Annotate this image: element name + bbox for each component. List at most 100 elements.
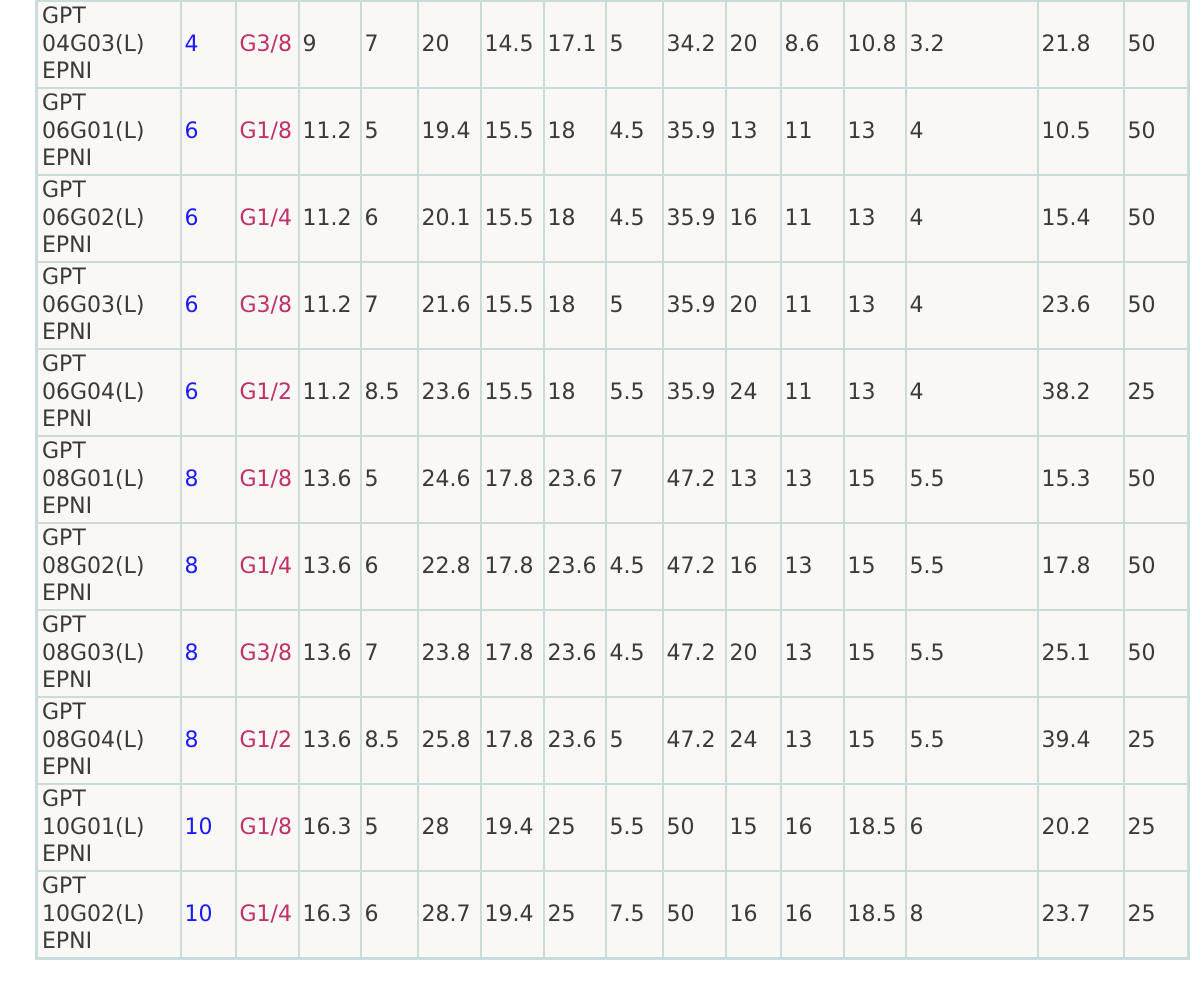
value-cell: 13	[779, 609, 845, 698]
model-cell: GPT 04G03(L) EPNI	[35, 0, 182, 89]
model-line: 08G03(L)	[42, 640, 145, 666]
value-cell: 28.7	[416, 870, 482, 960]
model-cell: GPT 08G02(L) EPNI	[35, 522, 182, 611]
value-cell: 50	[1122, 261, 1190, 350]
table-row: GPT 04G03(L) EPNI 4 G3/8 9 7 20 14.5 17.1 5 34.2 20 8…	[35, 0, 1190, 89]
value-cell: 13.6	[297, 696, 362, 785]
value-cell: 17.8	[479, 435, 545, 524]
value-cell: 8.5	[359, 348, 419, 437]
table-row: GPT 08G04(L) EPNI 8 G1/2 13.6 8.5 25.8 17.8 23.6 5…	[35, 696, 1190, 785]
value-cell: 13	[842, 348, 907, 437]
value-cell: 4.5	[604, 174, 664, 263]
value-cell: 21.8	[1036, 0, 1125, 89]
value-cell: 50	[1122, 87, 1190, 176]
table-row: GPT 08G01(L) EPNI 8 G1/8 13.6 5 24.6 17.8 23.6 7 47…	[35, 435, 1190, 524]
value-cell: 39.4	[1036, 696, 1125, 785]
model-line: GPT	[42, 787, 86, 813]
value-cell: 35.9	[661, 348, 727, 437]
value-cell: 19.4	[479, 870, 545, 960]
value-cell: 47.2	[661, 522, 727, 611]
value-cell: 18.5	[842, 870, 907, 960]
model-line: EPNI	[42, 407, 93, 433]
table-row: GPT 06G02(L) EPNI 6 G1/4 11.2 6 20.1 15.5 18 4.5 35…	[35, 174, 1190, 263]
value-cell: 20	[724, 0, 782, 89]
value-cell: 13.6	[297, 609, 362, 698]
value-cell: 13	[779, 522, 845, 611]
value-cell: 25	[542, 783, 607, 872]
value-cell: 47.2	[661, 696, 727, 785]
value-cell: 15.3	[1036, 435, 1125, 524]
value-cell: 15	[842, 609, 907, 698]
value-cell: 3.2	[904, 0, 1039, 89]
thread-cell: G3/8	[234, 261, 300, 350]
value-cell: 23.6	[542, 696, 607, 785]
value-cell: 5.5	[604, 348, 664, 437]
value-cell: 5	[359, 435, 419, 524]
model-line: 10G01(L)	[42, 814, 145, 840]
value-cell: 14.5	[479, 0, 545, 89]
value-cell: 20	[724, 609, 782, 698]
value-cell: 17.8	[479, 696, 545, 785]
thread-cell: G1/8	[234, 435, 300, 524]
value-cell: 7	[359, 0, 419, 89]
model-line: GPT	[42, 4, 86, 30]
value-cell: 23.6	[416, 348, 482, 437]
value-cell: 4.5	[604, 522, 664, 611]
value-cell: 13	[842, 174, 907, 263]
value-cell: 20.1	[416, 174, 482, 263]
model-line: EPNI	[42, 146, 93, 172]
value-cell: 15	[724, 783, 782, 872]
value-cell: 23.7	[1036, 870, 1125, 960]
value-cell: 34.2	[661, 0, 727, 89]
model-line: 06G04(L)	[42, 379, 145, 405]
model-cell: GPT 06G04(L) EPNI	[35, 348, 182, 437]
value-cell: 23.6	[542, 435, 607, 524]
value-cell: 13.6	[297, 435, 362, 524]
model-cell: GPT 06G01(L) EPNI	[35, 87, 182, 176]
model-line: 08G01(L)	[42, 466, 145, 492]
value-cell: 50	[1122, 609, 1190, 698]
value-cell: 25.8	[416, 696, 482, 785]
value-cell: 11.2	[297, 261, 362, 350]
model-cell: GPT 10G01(L) EPNI	[35, 783, 182, 872]
fitting-spec-table: GPT 04G03(L) EPNI 4 G3/8 9 7 20 14.5 17.1 5 34.2 20 8…	[35, 0, 1190, 960]
model-line: EPNI	[42, 929, 93, 955]
value-cell: 25	[1122, 870, 1190, 960]
model-line: GPT	[42, 700, 86, 726]
value-cell: 8	[904, 870, 1039, 960]
value-cell: 5.5	[904, 609, 1039, 698]
value-cell: 11.2	[297, 174, 362, 263]
table-row: GPT 10G01(L) EPNI 10 G1/8 16.3 5 28 19.4 25 5.5 50 1…	[35, 783, 1190, 872]
table-row: GPT 06G04(L) EPNI 6 G1/2 11.2 8.5 23.6 15.5 18 5.5…	[35, 348, 1190, 437]
model-line: GPT	[42, 265, 86, 291]
model-line: GPT	[42, 178, 86, 204]
model-line: 06G03(L)	[42, 292, 145, 318]
model-cell: GPT 08G03(L) EPNI	[35, 609, 182, 698]
value-cell: 23.6	[542, 609, 607, 698]
value-cell: 5	[604, 696, 664, 785]
value-cell: 21.6	[416, 261, 482, 350]
value-cell: 25	[1122, 348, 1190, 437]
tube-size-cell: 6	[179, 261, 237, 350]
value-cell: 50	[1122, 435, 1190, 524]
value-cell: 20	[416, 0, 482, 89]
value-cell: 6	[359, 174, 419, 263]
model-line: GPT	[42, 91, 86, 117]
value-cell: 16	[724, 870, 782, 960]
table-row: GPT 08G02(L) EPNI 8 G1/4 13.6 6 22.8 17.8 23.6 4.5…	[35, 522, 1190, 611]
value-cell: 13	[779, 435, 845, 524]
value-cell: 8.5	[359, 696, 419, 785]
value-cell: 10.8	[842, 0, 907, 89]
value-cell: 7	[604, 435, 664, 524]
value-cell: 10.5	[1036, 87, 1125, 176]
model-line: EPNI	[42, 59, 93, 85]
value-cell: 50	[1122, 0, 1190, 89]
value-cell: 15.5	[479, 261, 545, 350]
value-cell: 23.8	[416, 609, 482, 698]
value-cell: 23.6	[1036, 261, 1125, 350]
value-cell: 13	[724, 435, 782, 524]
value-cell: 24	[724, 348, 782, 437]
value-cell: 35.9	[661, 261, 727, 350]
value-cell: 18	[542, 348, 607, 437]
tube-size-cell: 8	[179, 609, 237, 698]
